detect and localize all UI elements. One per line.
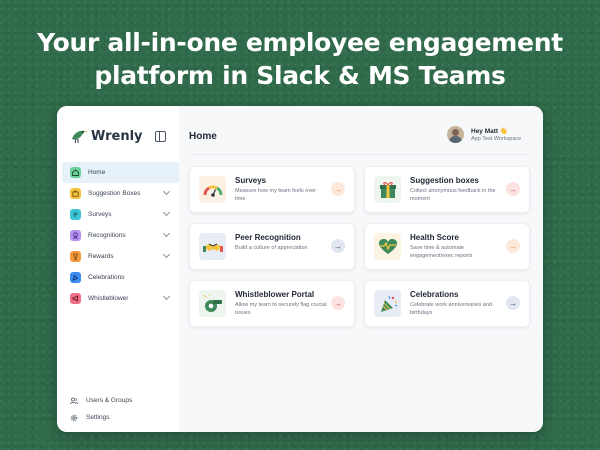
sidebar-bottom-nav: Users & Groups Settings: [70, 392, 132, 426]
megaphone-icon: [70, 293, 81, 304]
headline-line-1: Your all-in-one employee engagement: [37, 28, 563, 57]
app-window: Wrenly Home Suggestion Boxes Surveys Rec…: [57, 106, 543, 432]
heartbeat-icon: [374, 233, 401, 260]
card-surveys[interactable]: Surveys Measure how my team feels over t…: [189, 166, 355, 213]
arrow-right-icon[interactable]: →: [331, 296, 345, 310]
sidebar: Wrenly Home Suggestion Boxes Surveys Rec…: [57, 106, 180, 432]
arrow-right-icon[interactable]: →: [331, 182, 345, 196]
workspace-name: App Test Workspace: [471, 136, 522, 142]
chevron-down-icon[interactable]: [162, 187, 171, 196]
card-title: Peer Recognition: [235, 233, 301, 242]
sidebar-item-label: Rewards: [88, 253, 114, 260]
bird-logo-icon: [72, 130, 88, 144]
headline-line-2: platform in Slack & MS Teams: [94, 61, 506, 90]
sidebar-item-home[interactable]: Home: [62, 162, 179, 183]
header-divider: [189, 154, 531, 155]
sidebar-item-users-groups[interactable]: Users & Groups: [70, 392, 132, 409]
arrow-right-icon[interactable]: →: [506, 182, 520, 196]
home-icon: [70, 167, 81, 178]
users-icon: [70, 397, 78, 404]
survey-icon: [70, 209, 81, 220]
chevron-down-icon[interactable]: [162, 208, 171, 217]
sidebar-item-label: Whistleblower: [88, 295, 129, 302]
user-menu[interactable]: Hey Matt 👋 App Test Workspace: [447, 126, 521, 143]
sidebar-item-label: Celebrations: [88, 274, 125, 281]
page-title: Home: [189, 131, 217, 142]
party-popper-icon: [374, 290, 401, 317]
app-logo[interactable]: Wrenly: [70, 126, 143, 146]
card-whistleblower-portal[interactable]: Whistleblower Portal Allow my team to se…: [189, 280, 355, 327]
award-icon: [70, 230, 81, 241]
card-health-score[interactable]: Health Score Save time & automate engage…: [364, 223, 530, 270]
gauge-icon: [199, 176, 226, 203]
chevron-down-icon[interactable]: [162, 292, 171, 301]
card-celebrations[interactable]: Celebrations Celebrate work anniversarie…: [364, 280, 530, 327]
logo-text: Wrenly: [91, 128, 143, 144]
card-description: Build a culture of appreciation: [235, 245, 308, 251]
sidebar-item-surveys[interactable]: Surveys: [62, 204, 179, 225]
card-peer-recognition[interactable]: Peer Recognition Build a culture of appr…: [189, 223, 355, 270]
sidebar-item-rewards[interactable]: Rewards: [62, 246, 179, 267]
main-content: Home Hey Matt 👋 App Test Workspace Surve…: [179, 106, 543, 432]
user-greeting: Hey Matt 👋: [471, 128, 508, 135]
avatar[interactable]: [447, 126, 464, 143]
marketing-headline: Your all-in-one employee engagement plat…: [0, 26, 600, 92]
card-description: Celebrate work anniversaries and birthda…: [410, 302, 492, 316]
sidebar-item-recognitions[interactable]: Recognitions: [62, 225, 179, 246]
card-description: Measure how my team feels over time: [235, 188, 317, 202]
card-description: Allow my team to securely flag crucial i…: [235, 302, 327, 316]
card-suggestion-boxes[interactable]: Suggestion boxes Collect anonymous feedb…: [364, 166, 530, 213]
arrow-right-icon[interactable]: →: [506, 296, 520, 310]
sidebar-item-label: Home: [88, 169, 106, 176]
arrow-right-icon[interactable]: →: [331, 239, 345, 253]
trophy-icon: [70, 251, 81, 262]
sidebar-collapse-icon[interactable]: [155, 131, 166, 142]
sidebar-item-label: Suggestion Boxes: [88, 190, 141, 197]
sidebar-nav: Home Suggestion Boxes Surveys Recognitio…: [62, 162, 179, 309]
box-icon: [70, 188, 81, 199]
sidebar-item-label: Settings: [86, 414, 110, 421]
arrow-right-icon[interactable]: →: [506, 239, 520, 253]
sidebar-item-suggestion-boxes[interactable]: Suggestion Boxes: [62, 183, 179, 204]
card-description: Collect anonymous feedback in the moment: [410, 188, 496, 202]
sidebar-item-whistleblower[interactable]: Whistleblower: [62, 288, 179, 309]
chevron-down-icon[interactable]: [162, 250, 171, 259]
card-title: Surveys: [235, 176, 267, 185]
gift-box-icon: [374, 176, 401, 203]
card-title: Celebrations: [410, 290, 459, 299]
card-title: Whistleblower Portal: [235, 290, 315, 299]
celebration-icon: [70, 272, 81, 283]
chevron-down-icon[interactable]: [162, 229, 171, 238]
sidebar-item-label: Surveys: [88, 211, 112, 218]
card-title: Suggestion boxes: [410, 176, 479, 185]
sidebar-item-label: Recognitions: [88, 232, 126, 239]
gear-icon: [70, 414, 78, 421]
whistle-icon: [199, 290, 226, 317]
sidebar-item-settings[interactable]: Settings: [70, 409, 132, 426]
sidebar-item-label: Users & Groups: [86, 397, 133, 404]
handshake-icon: [199, 233, 226, 260]
sidebar-item-celebrations[interactable]: Celebrations: [62, 267, 179, 288]
card-description: Save time & automate engagement/exec rep…: [410, 245, 473, 259]
card-title: Health Score: [410, 233, 459, 242]
